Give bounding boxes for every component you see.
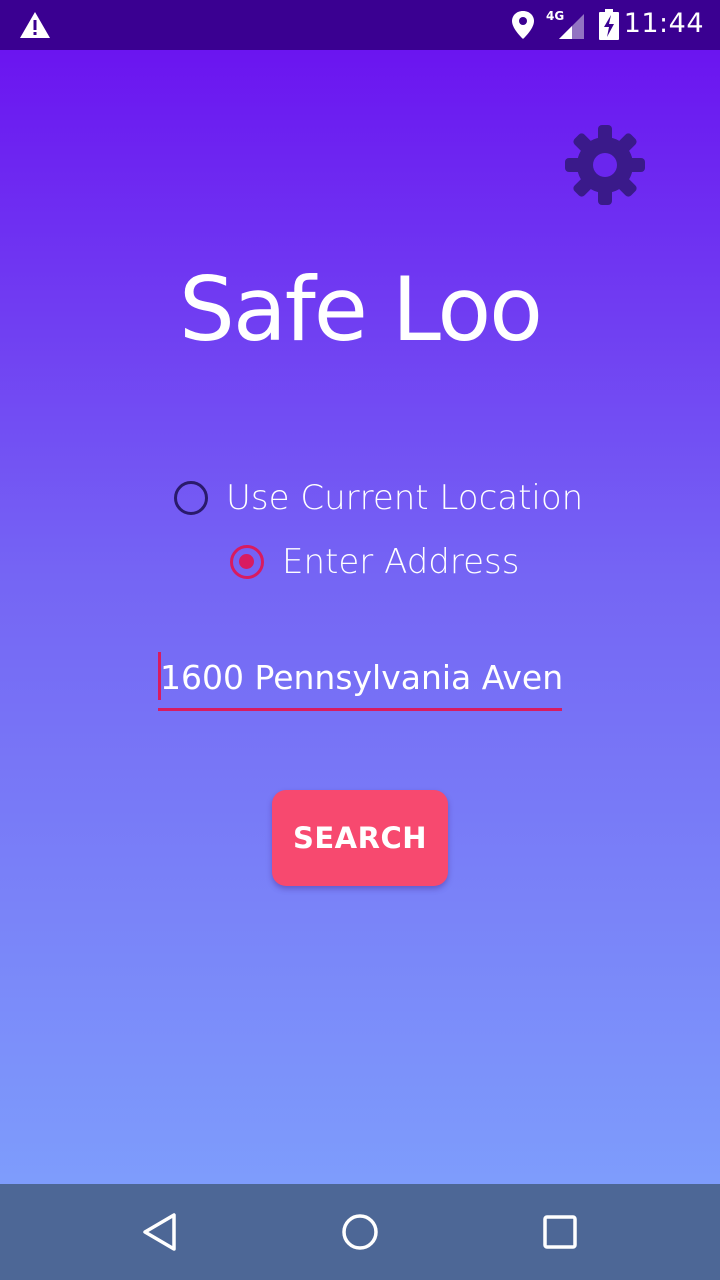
app-title: Safe Loo — [178, 258, 543, 361]
location-icon — [512, 11, 534, 39]
radio-label-enter-address: Enter Address — [282, 542, 520, 582]
radio-unchecked-icon — [174, 481, 208, 515]
home-icon[interactable] — [340, 1212, 380, 1252]
address-field[interactable] — [158, 648, 562, 711]
status-clock: 11:44 — [623, 8, 704, 39]
back-icon[interactable] — [140, 1212, 180, 1252]
radio-use-current-location[interactable]: Use Current Location — [174, 478, 583, 518]
signal-icon: 4G — [546, 9, 586, 40]
navigation-bar — [0, 1184, 720, 1280]
radio-enter-address[interactable]: Enter Address — [230, 542, 519, 582]
status-bar: 4G 11:44 — [0, 0, 720, 50]
radio-checked-icon — [230, 545, 264, 579]
radio-label-current-location: Use Current Location — [226, 478, 584, 518]
recents-icon[interactable] — [540, 1212, 580, 1252]
warning-icon — [20, 12, 50, 38]
gear-icon — [565, 125, 645, 205]
search-button[interactable]: SEARCH — [272, 790, 448, 886]
app-screen: 4G 11:44 Safe Loo Use Current Location E… — [0, 0, 720, 1280]
address-input[interactable] — [158, 652, 562, 702]
battery-charging-icon — [599, 9, 619, 40]
settings-button[interactable] — [562, 122, 648, 208]
text-cursor — [158, 652, 161, 700]
